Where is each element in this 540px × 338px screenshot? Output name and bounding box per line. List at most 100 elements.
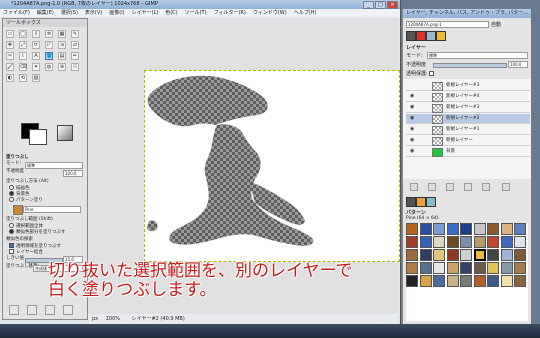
pattern-swatch[interactable] — [406, 236, 418, 248]
tool-button[interactable]: ⌇ — [19, 52, 27, 60]
layer-row[interactable]: 新規レイヤー#3 — [406, 81, 530, 91]
pattern-swatch[interactable] — [406, 262, 418, 274]
visibility-eye-icon[interactable]: ◉ — [410, 105, 415, 110]
auto-button[interactable]: 自動 — [491, 21, 501, 28]
tool-button[interactable]: ▦ — [58, 30, 66, 38]
pattern-swatch[interactable] — [487, 236, 499, 248]
pattern-swatch[interactable] — [446, 223, 459, 235]
tool-button[interactable]: ⇄ — [71, 41, 79, 49]
sample-merged-checkbox[interactable]: レイヤー結合 — [9, 249, 43, 256]
pattern-swatch[interactable] — [487, 275, 499, 287]
visibility-eye-icon[interactable]: ◉ — [410, 116, 415, 121]
menu-view[interactable]: 表示(V) — [85, 10, 102, 16]
tool-button[interactable]: ⟲ — [19, 74, 27, 82]
pattern-swatch[interactable] — [500, 275, 513, 287]
tool-button[interactable]: ✦ — [32, 63, 40, 71]
tool-button[interactable]: ⤢ — [19, 41, 27, 49]
tool-button[interactable]: 🪣 — [45, 52, 53, 60]
pattern-name-field[interactable]: Pine — [23, 206, 81, 213]
layer-row[interactable]: ◉ 新規レイヤー#4 — [406, 92, 530, 102]
pattern-swatch[interactable] — [406, 223, 418, 235]
opacity-field[interactable]: 100.0 — [63, 170, 83, 177]
pattern-swatch[interactable] — [433, 262, 445, 274]
menu-edit[interactable]: 編集(E) — [37, 10, 54, 16]
pattern-swatch[interactable] — [514, 249, 526, 261]
pattern-swatch[interactable] — [487, 262, 499, 274]
raise-layer-button[interactable] — [428, 183, 436, 191]
tool-button[interactable]: 🖌 — [6, 63, 14, 71]
pattern-swatch[interactable] — [406, 275, 418, 287]
pattern-swatch[interactable] — [514, 262, 526, 274]
tool-button[interactable]: ▤ — [58, 52, 66, 60]
menu-windows[interactable]: ウィンドウ(W) — [253, 10, 287, 16]
visibility-eye-icon[interactable]: ◉ — [410, 138, 415, 143]
layer-mode-select[interactable]: 標準 — [427, 52, 528, 59]
lock-alpha-checkbox[interactable] — [429, 71, 434, 76]
pattern-swatch[interactable] — [419, 262, 432, 274]
unit-select[interactable]: px — [92, 316, 98, 322]
tool-button[interactable]: ⊕ — [58, 63, 66, 71]
pattern-swatch[interactable] — [419, 223, 432, 235]
pattern-swatch[interactable] — [433, 275, 445, 287]
menu-colors[interactable]: 色(C) — [165, 10, 177, 16]
pattern-swatch[interactable] — [446, 275, 459, 287]
tool-button[interactable]: ✎ — [71, 30, 79, 38]
tool-button[interactable]: ◐ — [6, 74, 14, 82]
save-options-button[interactable] — [9, 305, 19, 315]
tool-button[interactable]: ✥ — [6, 41, 14, 49]
tool-button[interactable]: ✂ — [6, 52, 14, 60]
pattern-swatch[interactable] — [514, 223, 526, 235]
window-title-bar[interactable]: *1204A87A.png-1.0 (RGB, 7枚のレイヤー) 1024x76… — [0, 0, 400, 9]
zoom-select[interactable]: 100% — [106, 316, 120, 322]
maximize-button[interactable]: □ — [375, 1, 386, 9]
pattern-swatch[interactable] — [473, 223, 486, 235]
menu-layer[interactable]: レイヤー(L) — [132, 10, 159, 16]
image-canvas[interactable] — [144, 70, 400, 262]
tool-button[interactable]: ☉ — [71, 63, 79, 71]
layer-row[interactable]: ◉ 新規レイヤー#3 — [406, 103, 530, 113]
pattern-swatch[interactable] — [419, 275, 432, 287]
duplicate-layer-button[interactable] — [464, 183, 472, 191]
pattern-swatch[interactable] — [473, 236, 486, 248]
image-selector[interactable]: 1204A87A.png-1 — [406, 21, 489, 28]
pattern-swatch[interactable] — [446, 249, 459, 261]
pattern-swatch[interactable] — [460, 223, 472, 235]
tool-button[interactable]: ⟳ — [32, 41, 40, 49]
menu-select[interactable]: 選択(S) — [61, 10, 78, 16]
delete-options-button[interactable] — [45, 305, 55, 315]
pattern-preview[interactable] — [13, 205, 23, 215]
area-similar-option[interactable]: 類似色部分を塗りつぶす — [9, 229, 66, 236]
tool-button[interactable]: ▭ — [6, 30, 14, 38]
tool-button[interactable]: ℓ — [32, 30, 40, 38]
pattern-swatch[interactable] — [460, 249, 472, 261]
lower-layer-button[interactable] — [446, 183, 454, 191]
layer-row[interactable]: ◉ 背景 — [406, 147, 530, 157]
tool-button[interactable]: ◍ — [45, 63, 53, 71]
pattern-swatch[interactable] — [473, 249, 486, 261]
pattern-swatch[interactable] — [500, 236, 513, 248]
pattern-swatch[interactable] — [460, 275, 472, 287]
tool-button[interactable]: ✲ — [45, 30, 53, 38]
anchor-layer-button[interactable] — [482, 183, 490, 191]
new-layer-button[interactable] — [410, 183, 418, 191]
visibility-eye-icon[interactable]: ◉ — [410, 149, 415, 154]
pattern-swatch[interactable] — [514, 275, 526, 287]
close-button[interactable]: × — [387, 1, 398, 9]
tool-button[interactable]: A — [32, 52, 40, 60]
background-color-swatch[interactable] — [29, 129, 47, 145]
tool-button[interactable]: ⇲ — [58, 41, 66, 49]
visibility-eye-icon[interactable]: ◉ — [410, 94, 415, 99]
pattern-swatch[interactable] — [433, 249, 445, 261]
visibility-eye-icon[interactable]: ◉ — [410, 127, 415, 132]
tool-button[interactable]: ◸ — [45, 41, 53, 49]
tool-button[interactable]: ◯ — [19, 30, 27, 38]
pattern-swatch[interactable] — [487, 249, 499, 261]
layer-row[interactable]: ◉ 新規レイヤー#2 — [406, 114, 530, 124]
layer-row[interactable]: ◉ 新規レイヤー#1 — [406, 125, 530, 135]
gradients-tab-icon[interactable] — [426, 197, 436, 207]
pattern-swatch[interactable] — [514, 236, 526, 248]
patterns-tab-icon[interactable] — [416, 197, 426, 207]
menu-tools[interactable]: ツール(T) — [185, 10, 207, 16]
restore-options-button[interactable] — [27, 305, 37, 315]
undo-tab-icon[interactable] — [436, 31, 446, 41]
